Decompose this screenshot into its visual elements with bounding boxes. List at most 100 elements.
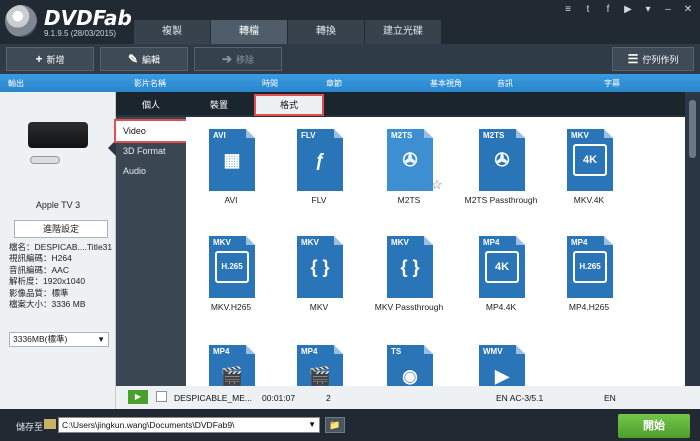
advanced-settings-button[interactable]: 進階設定 xyxy=(14,220,108,238)
chevron-down-icon: ▼ xyxy=(97,335,105,344)
job-subtitle[interactable]: EN xyxy=(604,393,616,403)
spec-resolution: 解析度：1920x1040 xyxy=(9,276,86,287)
size-select-value: 3336MB(標準) xyxy=(13,334,68,344)
format-grid: AVI ▦ AVI FLV ƒ FLV M2TS ✇ M2TS ☆ M2TS ✇ M2T… xyxy=(186,117,685,386)
mkv-passthrough-icon: MKV{ } xyxy=(387,236,433,298)
format-mp4-b[interactable]: MP4 🎬 xyxy=(274,345,364,386)
col-subtitle: 字幕 xyxy=(604,79,620,88)
star-icon[interactable]: ☆ xyxy=(431,177,443,193)
queue-button[interactable]: ☰ 佇列作列 xyxy=(612,47,694,71)
format-m2ts[interactable]: M2TS ✇ M2TS ☆ xyxy=(364,129,454,225)
mp4-clapper-icon: MP4 🎬 xyxy=(297,345,343,386)
add-button[interactable]: + 新增 xyxy=(6,47,94,71)
edit-button[interactable]: ✎ 編輯 xyxy=(100,47,188,71)
profile-dialog: 個人 裝置 格式 Video 3D Format Audio AVI ▦ AVI … xyxy=(114,92,685,386)
scrollbar-thumb[interactable] xyxy=(689,100,696,158)
bottom-bar: 儲存至 C:\Users\jingkun.wang\Documents\DVDF… xyxy=(0,409,700,441)
tab-converter[interactable]: 轉換 xyxy=(288,20,364,44)
format-mp4-h265[interactable]: MP4 H.265 MP4.H265 xyxy=(544,236,634,332)
mkv-4k-icon: MKV 4K xyxy=(567,129,613,191)
mkv-icon: MKV{ } xyxy=(297,236,343,298)
edit-icon: ✎ xyxy=(127,52,139,66)
format-mp4-4k[interactable]: MP4 4K MP4.4K xyxy=(456,236,546,332)
col-aspect: 基本視角 xyxy=(430,79,462,88)
format-wmv[interactable]: WMV ▶ xyxy=(456,345,546,386)
format-mkv-passthrough[interactable]: MKV{ } MKV Passthrough xyxy=(364,236,454,332)
start-button[interactable]: 開始 xyxy=(618,414,690,438)
window-controls: ≡ t f ▶ ▾ – ✕ xyxy=(562,4,694,15)
category-video[interactable]: Video xyxy=(114,119,188,143)
tab-format[interactable]: 格式 xyxy=(254,94,324,116)
category-audio[interactable]: Audio xyxy=(116,161,186,181)
profile-panel: Apple TV 3 進階設定 檔名：DESPICAB....Title31 視… xyxy=(0,92,116,409)
dropdown-icon[interactable]: ▾ xyxy=(642,4,654,15)
category-3d-format[interactable]: 3D Format xyxy=(116,141,186,161)
dialog-scrollbar[interactable] xyxy=(685,92,700,386)
remove-button[interactable]: ➔ 移除 xyxy=(194,47,282,71)
youtube-icon[interactable]: ▶ xyxy=(622,4,634,15)
play-icon[interactable]: ▶ xyxy=(128,390,148,404)
wmv-play-icon: WMV ▶ xyxy=(479,345,525,386)
browse-folder-button[interactable]: 📁 xyxy=(325,417,345,433)
spec-audio-codec: 音訊編碼：AAC xyxy=(9,264,69,275)
spec-filename: 檔名：DESPICAB....Title31 xyxy=(9,242,113,252)
menu-icon[interactable]: ≡ xyxy=(562,4,574,15)
dvdfab-logo-icon xyxy=(5,5,37,37)
col-audio: 音訊 xyxy=(497,79,513,88)
format-category-list: Video 3D Format Audio xyxy=(114,117,188,386)
spec-video-codec: 視訊編碼：H264 xyxy=(9,253,72,264)
device-name: Apple TV 3 xyxy=(35,200,81,210)
ts-camera-icon: TS ◉ xyxy=(387,345,433,386)
pointer-arrow xyxy=(108,140,116,156)
size-select[interactable]: 3336MB(標準) ▼ xyxy=(9,332,109,347)
apple-tv-icon xyxy=(28,122,88,148)
tab-personal[interactable]: 個人 xyxy=(118,96,184,114)
tab-copy[interactable]: 複製 xyxy=(134,20,210,44)
format-flv[interactable]: FLV ƒ FLV xyxy=(274,129,364,225)
col-chapter: 章節 xyxy=(326,79,342,88)
chevron-down-icon: ▼ xyxy=(308,420,316,429)
add-label: 新增 xyxy=(46,54,65,65)
format-mkv[interactable]: MKV{ } MKV xyxy=(274,236,364,332)
flv-icon: FLV ƒ xyxy=(297,129,343,191)
main-tabs: 複製 轉檔 轉換 建立光碟 xyxy=(134,20,442,44)
edit-label: 編輯 xyxy=(142,54,161,65)
job-row[interactable]: ▶ DESPICABLE_ME... 00:01:07 2 EN AC-3/5.… xyxy=(116,386,700,409)
tab-creator[interactable]: 建立光碟 xyxy=(365,20,441,44)
tab-device[interactable]: 裝置 xyxy=(186,96,252,114)
remove-label: 移除 xyxy=(236,54,255,65)
spec-filesize: 檔案大小：3336 MB xyxy=(9,299,86,310)
mp4-4k-icon: MP4 4K xyxy=(479,236,525,298)
folder-icon xyxy=(44,419,56,429)
col-output: 輸出 xyxy=(8,79,24,88)
format-avi[interactable]: AVI ▦ AVI xyxy=(186,129,276,225)
app-name: DVDFab xyxy=(44,6,132,30)
list-icon: ☰ xyxy=(627,52,639,66)
spec-quality: 影像品質：標準 xyxy=(9,287,69,298)
facebook-icon[interactable]: f xyxy=(602,4,614,15)
m2ts-passthrough-icon: M2TS ✇ xyxy=(479,129,525,191)
tab-ripper[interactable]: 轉檔 xyxy=(211,20,287,44)
job-checkbox[interactable] xyxy=(156,391,167,402)
output-path-value: C:\Users\jingkun.wang\Documents\DVDFab9\ xyxy=(62,420,235,430)
close-icon[interactable]: ✕ xyxy=(682,4,694,15)
job-audio[interactable]: EN AC-3/5.1 xyxy=(496,393,543,403)
m2ts-icon: M2TS ✇ xyxy=(387,129,433,191)
avi-icon: AVI ▦ xyxy=(209,129,255,191)
format-mkv-h265[interactable]: MKV H.265 MKV.H265 xyxy=(186,236,276,332)
app-version: 9.1.9.5 (28/03/2015) xyxy=(44,29,117,38)
twitter-icon[interactable]: t xyxy=(582,4,594,15)
profile-specs: 檔名：DESPICAB....Title31 視訊編碼：H264 音訊編碼：AA… xyxy=(9,242,112,310)
toolbar: + 新增 ✎ 編輯 ➔ 移除 ☰ 佇列作列 xyxy=(0,44,700,74)
profile-tabs: 個人 裝置 格式 xyxy=(116,92,685,116)
format-mp4-a[interactable]: MP4 🎬 xyxy=(186,345,276,386)
format-mkv-4k[interactable]: MKV 4K MKV.4K xyxy=(544,129,634,225)
col-time: 時間 xyxy=(262,79,278,88)
output-path-field[interactable]: C:\Users\jingkun.wang\Documents\DVDFab9\… xyxy=(58,417,320,433)
format-m2ts-passthrough[interactable]: M2TS ✇ M2TS Passthrough xyxy=(456,129,546,225)
job-name: DESPICABLE_ME... xyxy=(174,393,252,403)
title-bar: DVDFab 9.1.9.5 (28/03/2015) 複製 轉檔 轉換 建立光… xyxy=(0,0,700,44)
format-ts[interactable]: TS ◉ xyxy=(364,345,454,386)
minimize-icon[interactable]: – xyxy=(662,4,674,15)
mp4-h265-icon: MP4 H.265 xyxy=(567,236,613,298)
